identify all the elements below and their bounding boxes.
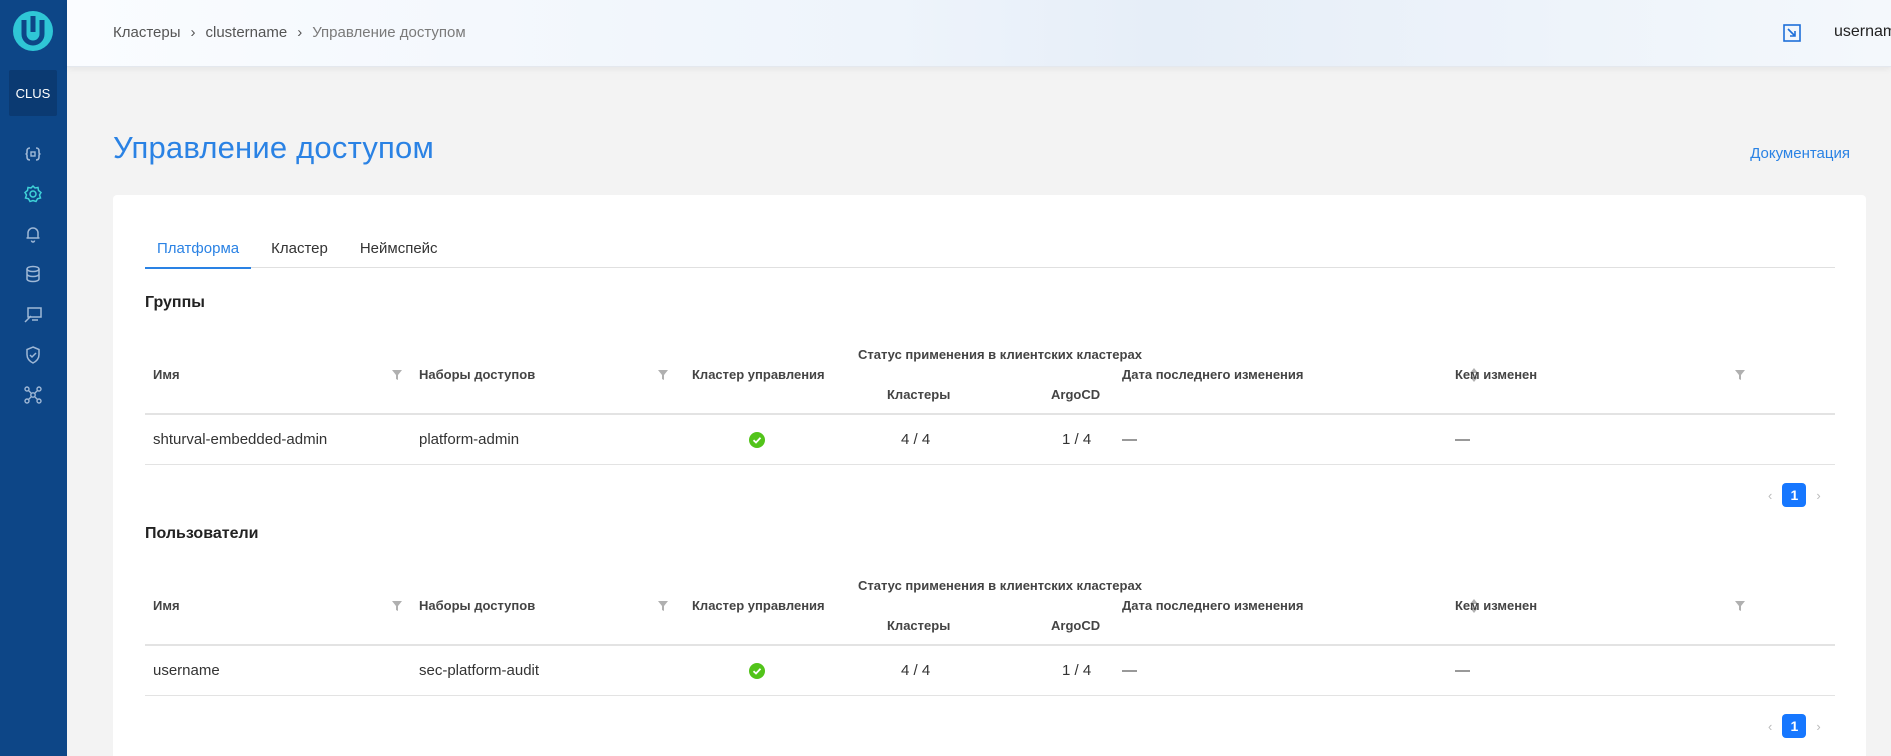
breadcrumb-separator-icon: › bbox=[297, 24, 303, 41]
column-last-changed: Дата последнего изменения bbox=[1122, 367, 1304, 382]
tab-platform[interactable]: Платформа bbox=[145, 240, 252, 269]
bell-icon[interactable] bbox=[22, 223, 44, 245]
chevron-left-icon[interactable]: ‹ bbox=[1768, 488, 1772, 503]
column-mgmt-cluster: Кластер управления bbox=[692, 367, 825, 382]
page-title: Управление доступом bbox=[113, 130, 434, 165]
cell-clusters: 4 / 4 bbox=[901, 431, 931, 448]
breadcrumb-item-clusters[interactable]: Кластеры bbox=[113, 24, 181, 41]
page-number[interactable]: 1 bbox=[1782, 714, 1807, 738]
tab-cluster[interactable]: Кластер bbox=[259, 240, 340, 268]
username-label: username bbox=[1834, 23, 1891, 40]
users-table: Имя Наборы доступов Кластер управления С… bbox=[145, 566, 1835, 696]
filter-icon[interactable] bbox=[391, 369, 403, 381]
cell-argocd: 1 / 4 bbox=[1062, 662, 1092, 679]
column-clusters: Кластеры bbox=[887, 618, 951, 633]
filter-icon[interactable] bbox=[657, 369, 669, 381]
cell-access-set: sec-platform-audit bbox=[419, 662, 540, 679]
column-access-sets: Наборы доступов bbox=[419, 367, 536, 382]
column-changed-by: Кем изменен bbox=[1455, 367, 1538, 382]
check-circle-icon bbox=[749, 663, 765, 679]
column-clusters: Кластеры bbox=[887, 387, 951, 402]
column-mgmt-cluster: Кластер управления bbox=[692, 598, 825, 613]
page-number[interactable]: 1 bbox=[1782, 483, 1807, 507]
table-row: username sec-platform-audit 4 / 4 1 / 4 … bbox=[145, 646, 1835, 696]
cell-last-changed: — bbox=[1122, 662, 1137, 679]
groups-section-title: Группы bbox=[145, 294, 205, 311]
breadcrumb-separator-icon: › bbox=[190, 24, 196, 41]
cell-argocd: 1 / 4 bbox=[1062, 431, 1092, 448]
column-last-changed: Дата последнего изменения bbox=[1122, 598, 1304, 613]
cell-name: shturval-embedded-admin bbox=[153, 431, 328, 448]
column-argocd: ArgoCD bbox=[1051, 387, 1101, 402]
column-argocd: ArgoCD bbox=[1051, 618, 1101, 633]
chevron-left-icon[interactable]: ‹ bbox=[1768, 719, 1772, 734]
column-name: Имя bbox=[153, 367, 180, 382]
column-status-group: Статус применения в клиентских кластерах bbox=[858, 578, 1142, 593]
check-circle-icon bbox=[749, 432, 765, 448]
chevron-right-icon[interactable]: › bbox=[1816, 488, 1820, 503]
table-row: shturval-embedded-admin platform-admin 4… bbox=[145, 415, 1835, 465]
top-header: Кластеры › clustername › Управление дост… bbox=[67, 0, 1891, 67]
column-status-group: Статус применения в клиентских кластерах bbox=[858, 347, 1142, 362]
users-section-title: Пользователи bbox=[145, 525, 259, 542]
logo-icon[interactable] bbox=[12, 10, 54, 52]
cluster-badge[interactable]: CLUS bbox=[9, 70, 57, 116]
external-link-icon[interactable] bbox=[1782, 23, 1802, 43]
filter-icon[interactable] bbox=[1734, 600, 1746, 612]
cell-changed-by: — bbox=[1455, 662, 1470, 679]
groups-pagination: ‹ 1 › bbox=[1768, 483, 1821, 507]
breadcrumb: Кластеры › clustername › Управление дост… bbox=[113, 24, 466, 41]
users-pagination: ‹ 1 › bbox=[1768, 714, 1821, 738]
cell-access-set: platform-admin bbox=[419, 431, 520, 448]
tabs: Платформа Кластер Неймспейс bbox=[145, 240, 1835, 269]
cell-clusters: 4 / 4 bbox=[901, 662, 931, 679]
filter-icon[interactable] bbox=[1734, 369, 1746, 381]
shield-check-icon[interactable] bbox=[22, 344, 44, 366]
cell-last-changed: — bbox=[1122, 431, 1137, 448]
table-header: Имя Наборы доступов Кластер управления С… bbox=[145, 335, 1835, 415]
braces-icon[interactable] bbox=[22, 143, 44, 165]
filter-icon[interactable] bbox=[391, 600, 403, 612]
breadcrumb-item-cluster[interactable]: clustername bbox=[206, 24, 288, 41]
content-card: Платформа Кластер Неймспейс Группы Имя Н… bbox=[113, 195, 1866, 756]
tab-namespace[interactable]: Неймспейс bbox=[348, 240, 450, 268]
documentation-link[interactable]: Документация bbox=[1750, 145, 1850, 162]
filter-icon[interactable] bbox=[657, 600, 669, 612]
chevron-right-icon[interactable]: › bbox=[1816, 719, 1820, 734]
table-header: Имя Наборы доступов Кластер управления С… bbox=[145, 566, 1835, 646]
network-icon[interactable] bbox=[22, 384, 44, 406]
sidebar: CLUS bbox=[0, 0, 67, 756]
column-name: Имя bbox=[153, 598, 180, 613]
groups-table: Имя Наборы доступов Кластер управления С… bbox=[145, 335, 1835, 465]
monitor-pointer-icon[interactable] bbox=[22, 304, 44, 326]
breadcrumb-item-current: Управление доступом bbox=[312, 24, 466, 41]
column-access-sets: Наборы доступов bbox=[419, 598, 536, 613]
cell-name: username bbox=[153, 662, 220, 679]
settings-gear-icon[interactable] bbox=[22, 183, 44, 205]
user-menu[interactable]: username bbox=[1834, 23, 1891, 41]
column-changed-by: Кем изменен bbox=[1455, 598, 1538, 613]
database-icon[interactable] bbox=[22, 263, 44, 285]
cell-changed-by: — bbox=[1455, 431, 1470, 448]
